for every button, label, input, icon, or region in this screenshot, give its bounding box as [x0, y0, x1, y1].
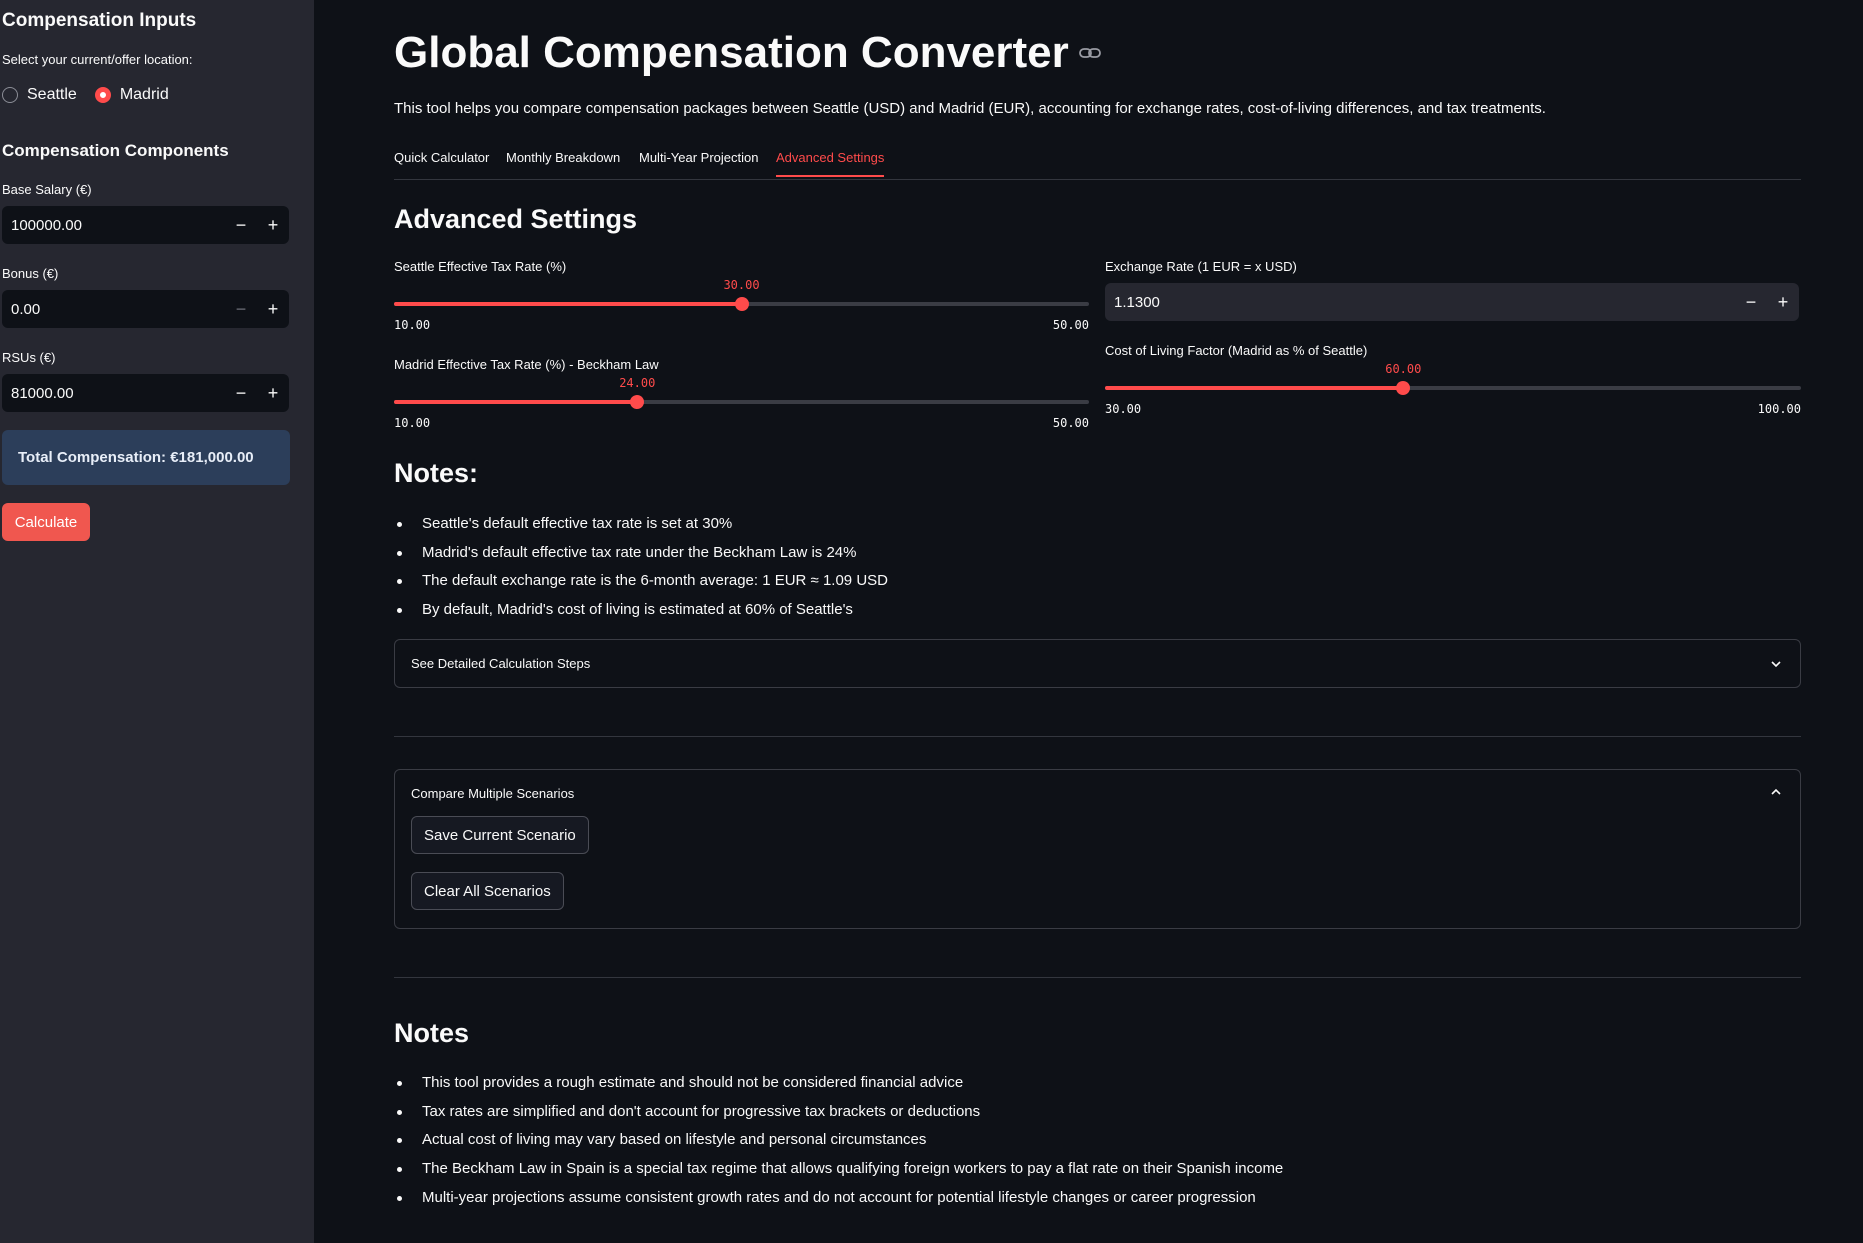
rsus-field[interactable]: 81000.00	[2, 385, 225, 402]
madrid-tax-slider[interactable]: 24.00 10.00 50.00	[394, 376, 1089, 430]
base-salary-decrement-button[interactable]: −	[225, 206, 257, 244]
bonus-field[interactable]: 0.00	[2, 301, 225, 318]
bonus-increment-button[interactable]: +	[257, 290, 289, 328]
seattle-tax-slider[interactable]: 30.00 10.00 50.00	[394, 278, 1089, 332]
link-icon[interactable]	[1078, 46, 1101, 60]
slider-thumb[interactable]	[734, 297, 749, 311]
col-factor-slider[interactable]: 60.00 30.00 100.00	[1105, 362, 1801, 416]
save-scenario-button[interactable]: Save Current Scenario	[411, 816, 589, 854]
list-item: Multi-year projections assume consistent…	[394, 1184, 1283, 1213]
notes-heading: Notes:	[394, 458, 479, 488]
intro-text: This tool helps you compare compensation…	[394, 100, 1546, 117]
location-label-madrid: Madrid	[119, 86, 169, 103]
sidebar-heading: Compensation Inputs	[2, 10, 197, 31]
clear-scenarios-button[interactable]: Clear All Scenarios	[411, 872, 564, 910]
bonus-input: 0.00 − +	[2, 290, 289, 328]
slider-current-value: 24.00	[619, 376, 656, 390]
notes-list: Seattle's default effective tax rate is …	[394, 510, 888, 625]
advanced-settings-heading: Advanced Settings	[394, 204, 638, 234]
divider	[394, 736, 1801, 737]
seattle-tax-label: Seattle Effective Tax Rate (%)	[394, 259, 567, 274]
location-option-seattle[interactable]: Seattle	[2, 86, 77, 104]
radio-seattle[interactable]	[2, 87, 18, 103]
expander-title: See Detailed Calculation Steps	[411, 656, 591, 671]
slider-current-value: 60.00	[1385, 362, 1422, 376]
exchange-rate-label: Exchange Rate (1 EUR = x USD)	[1105, 259, 1297, 274]
list-item: By default, Madrid's cost of living is e…	[394, 596, 888, 625]
disclaimer-list: This tool provides a rough estimate and …	[394, 1069, 1283, 1212]
bonus-decrement-button[interactable]: −	[225, 290, 257, 328]
list-item: Tax rates are simplified and don't accou…	[394, 1098, 1283, 1127]
tab-advanced-settings[interactable]: Advanced Settings	[776, 150, 885, 177]
base-salary-field[interactable]: 100000.00	[2, 217, 225, 234]
location-radio-group: Seattle Madrid	[2, 86, 187, 104]
list-item: The Beckham Law in Spain is a special ta…	[394, 1155, 1283, 1184]
base-salary-increment-button[interactable]: +	[257, 206, 289, 244]
exchange-rate-input: 1.1300 − +	[1105, 283, 1799, 321]
tab-monthly-breakdown[interactable]: Monthly Breakdown	[506, 150, 620, 175]
rsus-increment-button[interactable]: +	[257, 374, 289, 412]
location-label-seattle: Seattle	[27, 86, 77, 103]
components-heading: Compensation Components	[2, 141, 229, 160]
radio-madrid[interactable]	[94, 87, 111, 103]
list-item: Madrid's default effective tax rate unde…	[394, 539, 888, 568]
slider-fill	[1105, 386, 1404, 390]
compare-scenarios-expander: Compare Multiple Scenarios Save Current …	[394, 769, 1801, 929]
rsus-label: RSUs (€)	[2, 350, 56, 365]
slider-min-label: 10.00	[394, 318, 431, 332]
sidebar: Compensation Inputs Select your current/…	[0, 0, 314, 1243]
bonus-label: Bonus (€)	[2, 266, 59, 281]
list-item: Seattle's default effective tax rate is …	[394, 510, 888, 539]
location-option-madrid[interactable]: Madrid	[94, 86, 169, 104]
slider-fill	[394, 400, 638, 404]
exchange-rate-decrement-button[interactable]: −	[1735, 292, 1767, 313]
detailed-steps-expander[interactable]: See Detailed Calculation Steps	[394, 639, 1801, 688]
page-title: Global Compensation Converter	[394, 28, 1069, 77]
slider-fill	[394, 302, 742, 306]
exchange-rate-increment-button[interactable]: +	[1767, 292, 1799, 313]
expander-title[interactable]: Compare Multiple Scenarios	[411, 786, 574, 801]
slider-current-value: 30.00	[723, 278, 760, 292]
tab-multi-year-projection[interactable]: Multi-Year Projection	[639, 150, 758, 175]
notes2-heading: Notes	[394, 1018, 470, 1048]
tab-bar: Quick Calculator Monthly Breakdown Multi…	[394, 148, 1801, 180]
rsus-decrement-button[interactable]: −	[225, 374, 257, 412]
calculate-button[interactable]: Calculate	[2, 503, 90, 541]
col-factor-label: Cost of Living Factor (Madrid as % of Se…	[1105, 343, 1368, 358]
list-item: This tool provides a rough estimate and …	[394, 1069, 1283, 1098]
base-salary-input: 100000.00 − +	[2, 206, 289, 244]
madrid-tax-label: Madrid Effective Tax Rate (%) - Beckham …	[394, 357, 659, 372]
slider-thumb[interactable]	[630, 395, 645, 409]
slider-max-label: 50.00	[1052, 318, 1089, 332]
slider-thumb[interactable]	[1396, 381, 1411, 395]
main-content: Global Compensation Converter This tool …	[394, 0, 1801, 1243]
rsus-input: 81000.00 − +	[2, 374, 289, 412]
chevron-down-icon[interactable]	[1770, 658, 1782, 670]
exchange-rate-field[interactable]: 1.1300	[1105, 294, 1735, 311]
slider-max-label: 50.00	[1052, 416, 1089, 430]
slider-max-label: 100.00	[1757, 402, 1801, 416]
page-title-row: Global Compensation Converter	[394, 28, 1101, 78]
slider-min-label: 10.00	[394, 416, 431, 430]
slider-min-label: 30.00	[1105, 402, 1142, 416]
tab-quick-calculator[interactable]: Quick Calculator	[394, 150, 489, 175]
location-prompt: Select your current/offer location:	[2, 52, 193, 67]
total-compensation-box: Total Compensation: €181,000.00	[2, 430, 290, 485]
base-salary-label: Base Salary (€)	[2, 182, 92, 197]
list-item: The default exchange rate is the 6-month…	[394, 567, 888, 596]
list-item: Actual cost of living may vary based on …	[394, 1126, 1283, 1155]
divider	[394, 977, 1801, 978]
chevron-up-icon[interactable]	[1770, 786, 1782, 798]
